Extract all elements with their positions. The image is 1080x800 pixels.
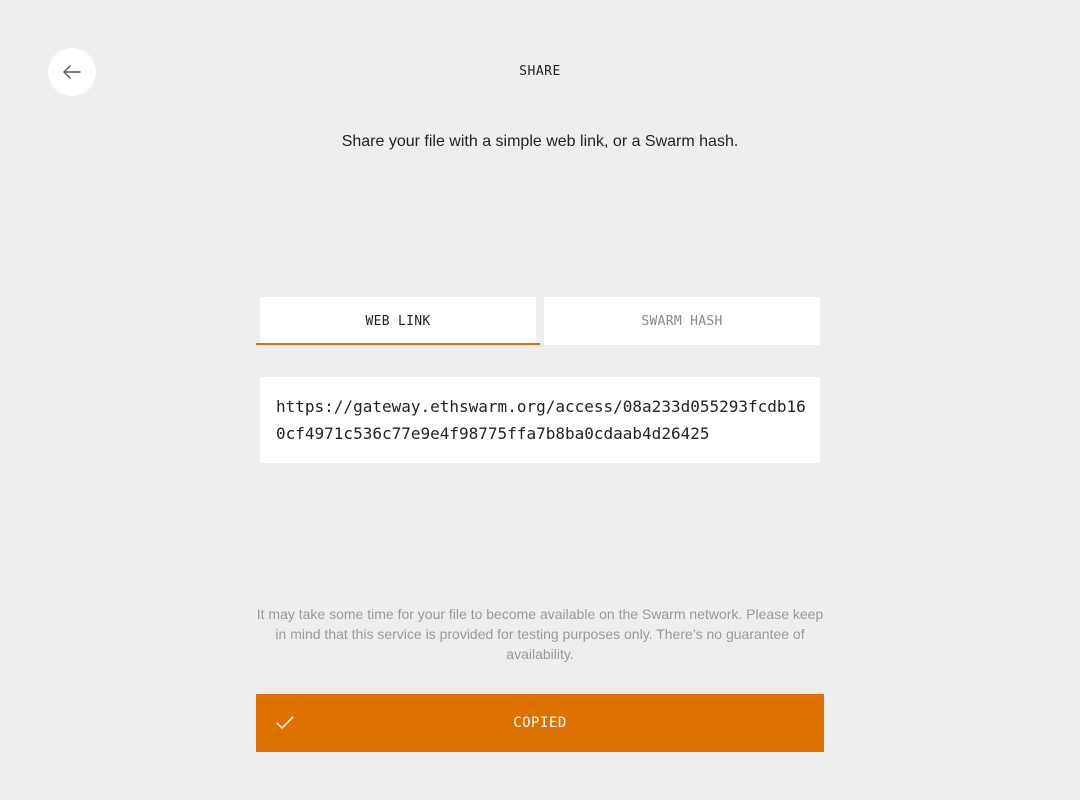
availability-disclaimer: It may take some time for your file to b… — [256, 606, 824, 662]
copy-button-label: COPIED — [513, 715, 567, 731]
tab-web-link-label: WEB LINK — [365, 313, 431, 329]
tab-swarm-hash[interactable]: SWARM HASH — [544, 297, 820, 345]
active-tab-indicator — [256, 343, 540, 345]
share-link-field[interactable]: https://gateway.ethswarm.org/access/08a2… — [260, 377, 820, 463]
share-tabs: WEB LINK SWARM HASH — [256, 297, 824, 345]
tab-swarm-hash-label: SWARM HASH — [641, 313, 723, 329]
intro-text: Share your file with a simple web link, … — [341, 133, 739, 150]
tab-web-link[interactable]: WEB LINK — [260, 297, 536, 345]
copy-button[interactable]: COPIED — [256, 694, 824, 752]
check-icon — [275, 713, 295, 733]
page-title: SHARE — [519, 64, 561, 79]
